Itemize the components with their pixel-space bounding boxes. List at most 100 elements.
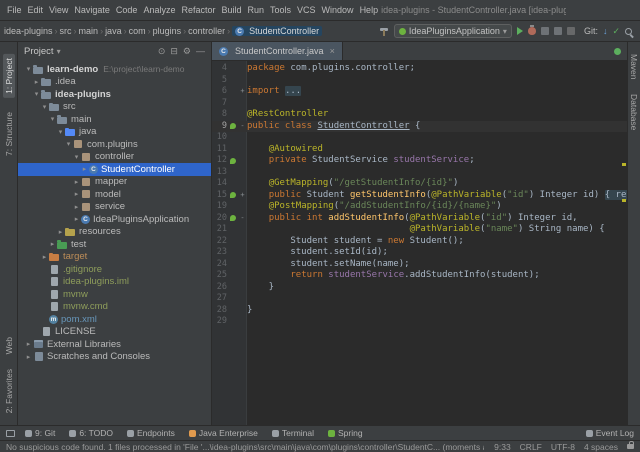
tree-closed-arrow-icon[interactable]: ▸ [24,353,33,361]
menu-tools[interactable]: Tools [267,3,294,17]
tree-item-external-libraries[interactable]: ▸External Libraries [18,338,211,351]
file-encoding[interactable]: UTF-8 [551,442,575,452]
breadcrumb-java[interactable]: java [105,26,122,36]
tool-button-java-enterprise[interactable]: Java Enterprise [189,428,258,438]
git-commit-icon[interactable]: ✓ [612,26,620,37]
tree-item-idea-plugins[interactable]: ▾idea-plugins [18,88,211,101]
tool-stripe-2-favorites[interactable]: 2: Favorites [4,369,14,413]
tree-closed-arrow-icon[interactable]: ▸ [72,215,81,223]
build-hammer-icon[interactable] [379,26,389,36]
code-line-10[interactable]: 10 [212,132,627,144]
menu-refactor[interactable]: Refactor [178,3,218,17]
line-number[interactable]: 14 [212,178,227,190]
tool-button-terminal[interactable]: Terminal [272,428,314,438]
line-number[interactable]: 4 [212,63,227,75]
tree-item-studentcontroller[interactable]: ▸CStudentController [18,163,211,176]
settings-gear-icon[interactable]: ⚙ [183,46,191,57]
line-number[interactable]: 22 [212,236,227,248]
git-update-icon[interactable]: ↓ [603,26,608,36]
line-number[interactable]: 13 [212,167,227,179]
breadcrumb-plugins[interactable]: plugins [153,26,182,36]
tree-closed-arrow-icon[interactable]: ▸ [32,78,41,86]
code-line-21[interactable]: 21 @PathVariable("name") String name) { [212,224,627,236]
menu-window[interactable]: Window [319,3,357,17]
line-number[interactable]: 15 [212,190,227,202]
tree-item-mapper[interactable]: ▸mapper [18,176,211,189]
code-line-22[interactable]: 22 Student student = new Student(); [212,236,627,248]
tool-stripe-1-project[interactable]: 1: Project [3,54,15,98]
debug-button[interactable] [528,27,536,35]
breadcrumb-src[interactable]: src [60,26,72,36]
line-number[interactable]: 5 [212,75,227,87]
tree-closed-arrow-icon[interactable]: ▸ [80,165,89,173]
caret-position[interactable]: 9:33 [494,442,511,452]
code-line-19[interactable]: 19 @PostMapping("/addStudentInfo/{id}/{n… [212,201,627,213]
code-line-12[interactable]: 12 private StudentService studentService… [212,155,627,167]
tab-studentcontroller-java[interactable]: C StudentController.java × [212,42,343,60]
tree-closed-arrow-icon[interactable]: ▸ [72,190,81,198]
warning-stripe-mark[interactable] [622,199,626,202]
tree-closed-arrow-icon[interactable]: ▸ [24,340,33,348]
tree-item-java[interactable]: ▾java [18,126,211,139]
tree-item-com-plugins[interactable]: ▾com.plugins [18,138,211,151]
line-number[interactable]: 10 [212,132,227,144]
line-number[interactable]: 8 [212,109,227,121]
tree-closed-arrow-icon[interactable]: ▸ [72,203,81,211]
code-line-9[interactable]: 9-public class StudentController { [212,121,627,133]
indent-setting[interactable]: 4 spaces [584,442,618,452]
tree-closed-arrow-icon[interactable]: ▸ [40,253,49,261]
tree-item-learn-demo[interactable]: ▾learn-demoE:\project\learn-demo [18,63,211,76]
tree-closed-arrow-icon[interactable]: ▸ [56,228,65,236]
editor-scrollbar[interactable] [620,61,627,425]
fold-marker-icon[interactable]: - [238,121,247,133]
event-log-button[interactable]: Event Log [586,428,634,438]
line-number[interactable]: 28 [212,305,227,317]
code-line-27[interactable]: 27 [212,293,627,305]
line-number[interactable]: 11 [212,144,227,156]
menu-help[interactable]: Help [357,3,382,17]
tool-button-6-todo[interactable]: 6: TODO [69,428,113,438]
code-line-5[interactable]: 5 [212,75,627,87]
code-line-4[interactable]: 4package com.plugins.controller; [212,63,627,75]
coverage-button[interactable] [541,27,549,35]
tree-item-mvnw[interactable]: mvnw [18,288,211,301]
tree-item-ideapluginsapplication[interactable]: ▸CIdeaPluginsApplication [18,213,211,226]
tree-item-resources[interactable]: ▸resources [18,226,211,239]
code-line-15[interactable]: 15+ public Student getStudentInfo(@PathV… [212,190,627,202]
tree-item-target[interactable]: ▸target [18,251,211,264]
tree-open-arrow-icon[interactable]: ▾ [32,90,41,98]
stop-button[interactable] [567,27,575,35]
line-number[interactable]: 29 [212,316,227,328]
search-icon[interactable] [625,28,632,35]
menu-vcs[interactable]: VCS [294,3,319,17]
tool-stripe-web[interactable]: Web [4,337,14,354]
code-line-7[interactable]: 7 [212,98,627,110]
breadcrumb-studentcontroller[interactable]: CStudentController [232,26,322,36]
breadcrumb-controller[interactable]: controller [188,26,225,36]
tree-item-controller[interactable]: ▾controller [18,151,211,164]
tool-button-9-git[interactable]: 9: Git [25,428,55,438]
code-line-24[interactable]: 24 student.setName(name); [212,259,627,271]
run-button[interactable] [517,27,523,35]
breadcrumb-idea-plugins[interactable]: idea-plugins [4,26,53,36]
tool-stripe-maven[interactable]: Maven [629,54,639,80]
line-number[interactable]: 23 [212,247,227,259]
line-number[interactable]: 9 [212,121,227,133]
menu-code[interactable]: Code [113,3,141,17]
code-line-23[interactable]: 23 student.setId(id); [212,247,627,259]
tree-open-arrow-icon[interactable]: ▾ [24,65,33,73]
code-line-14[interactable]: 14 @GetMapping("/getStudentInfo/{id}") [212,178,627,190]
code-line-25[interactable]: 25 return studentService.addStudentInfo(… [212,270,627,282]
tree-item-pom-xml[interactable]: mpom.xml [18,313,211,326]
fold-marker-icon[interactable]: - [238,213,247,225]
line-number[interactable]: 25 [212,270,227,282]
tree-item-model[interactable]: ▸model [18,188,211,201]
fold-marker-icon[interactable]: + [238,190,247,202]
code-line-11[interactable]: 11 @Autowired [212,144,627,156]
line-number[interactable]: 24 [212,259,227,271]
code-line-13[interactable]: 13 [212,167,627,179]
menu-navigate[interactable]: Navigate [71,3,113,17]
code-line-28[interactable]: 28} [212,305,627,317]
project-panel-title[interactable]: Project [24,46,54,57]
breadcrumb-main[interactable]: main [79,26,99,36]
